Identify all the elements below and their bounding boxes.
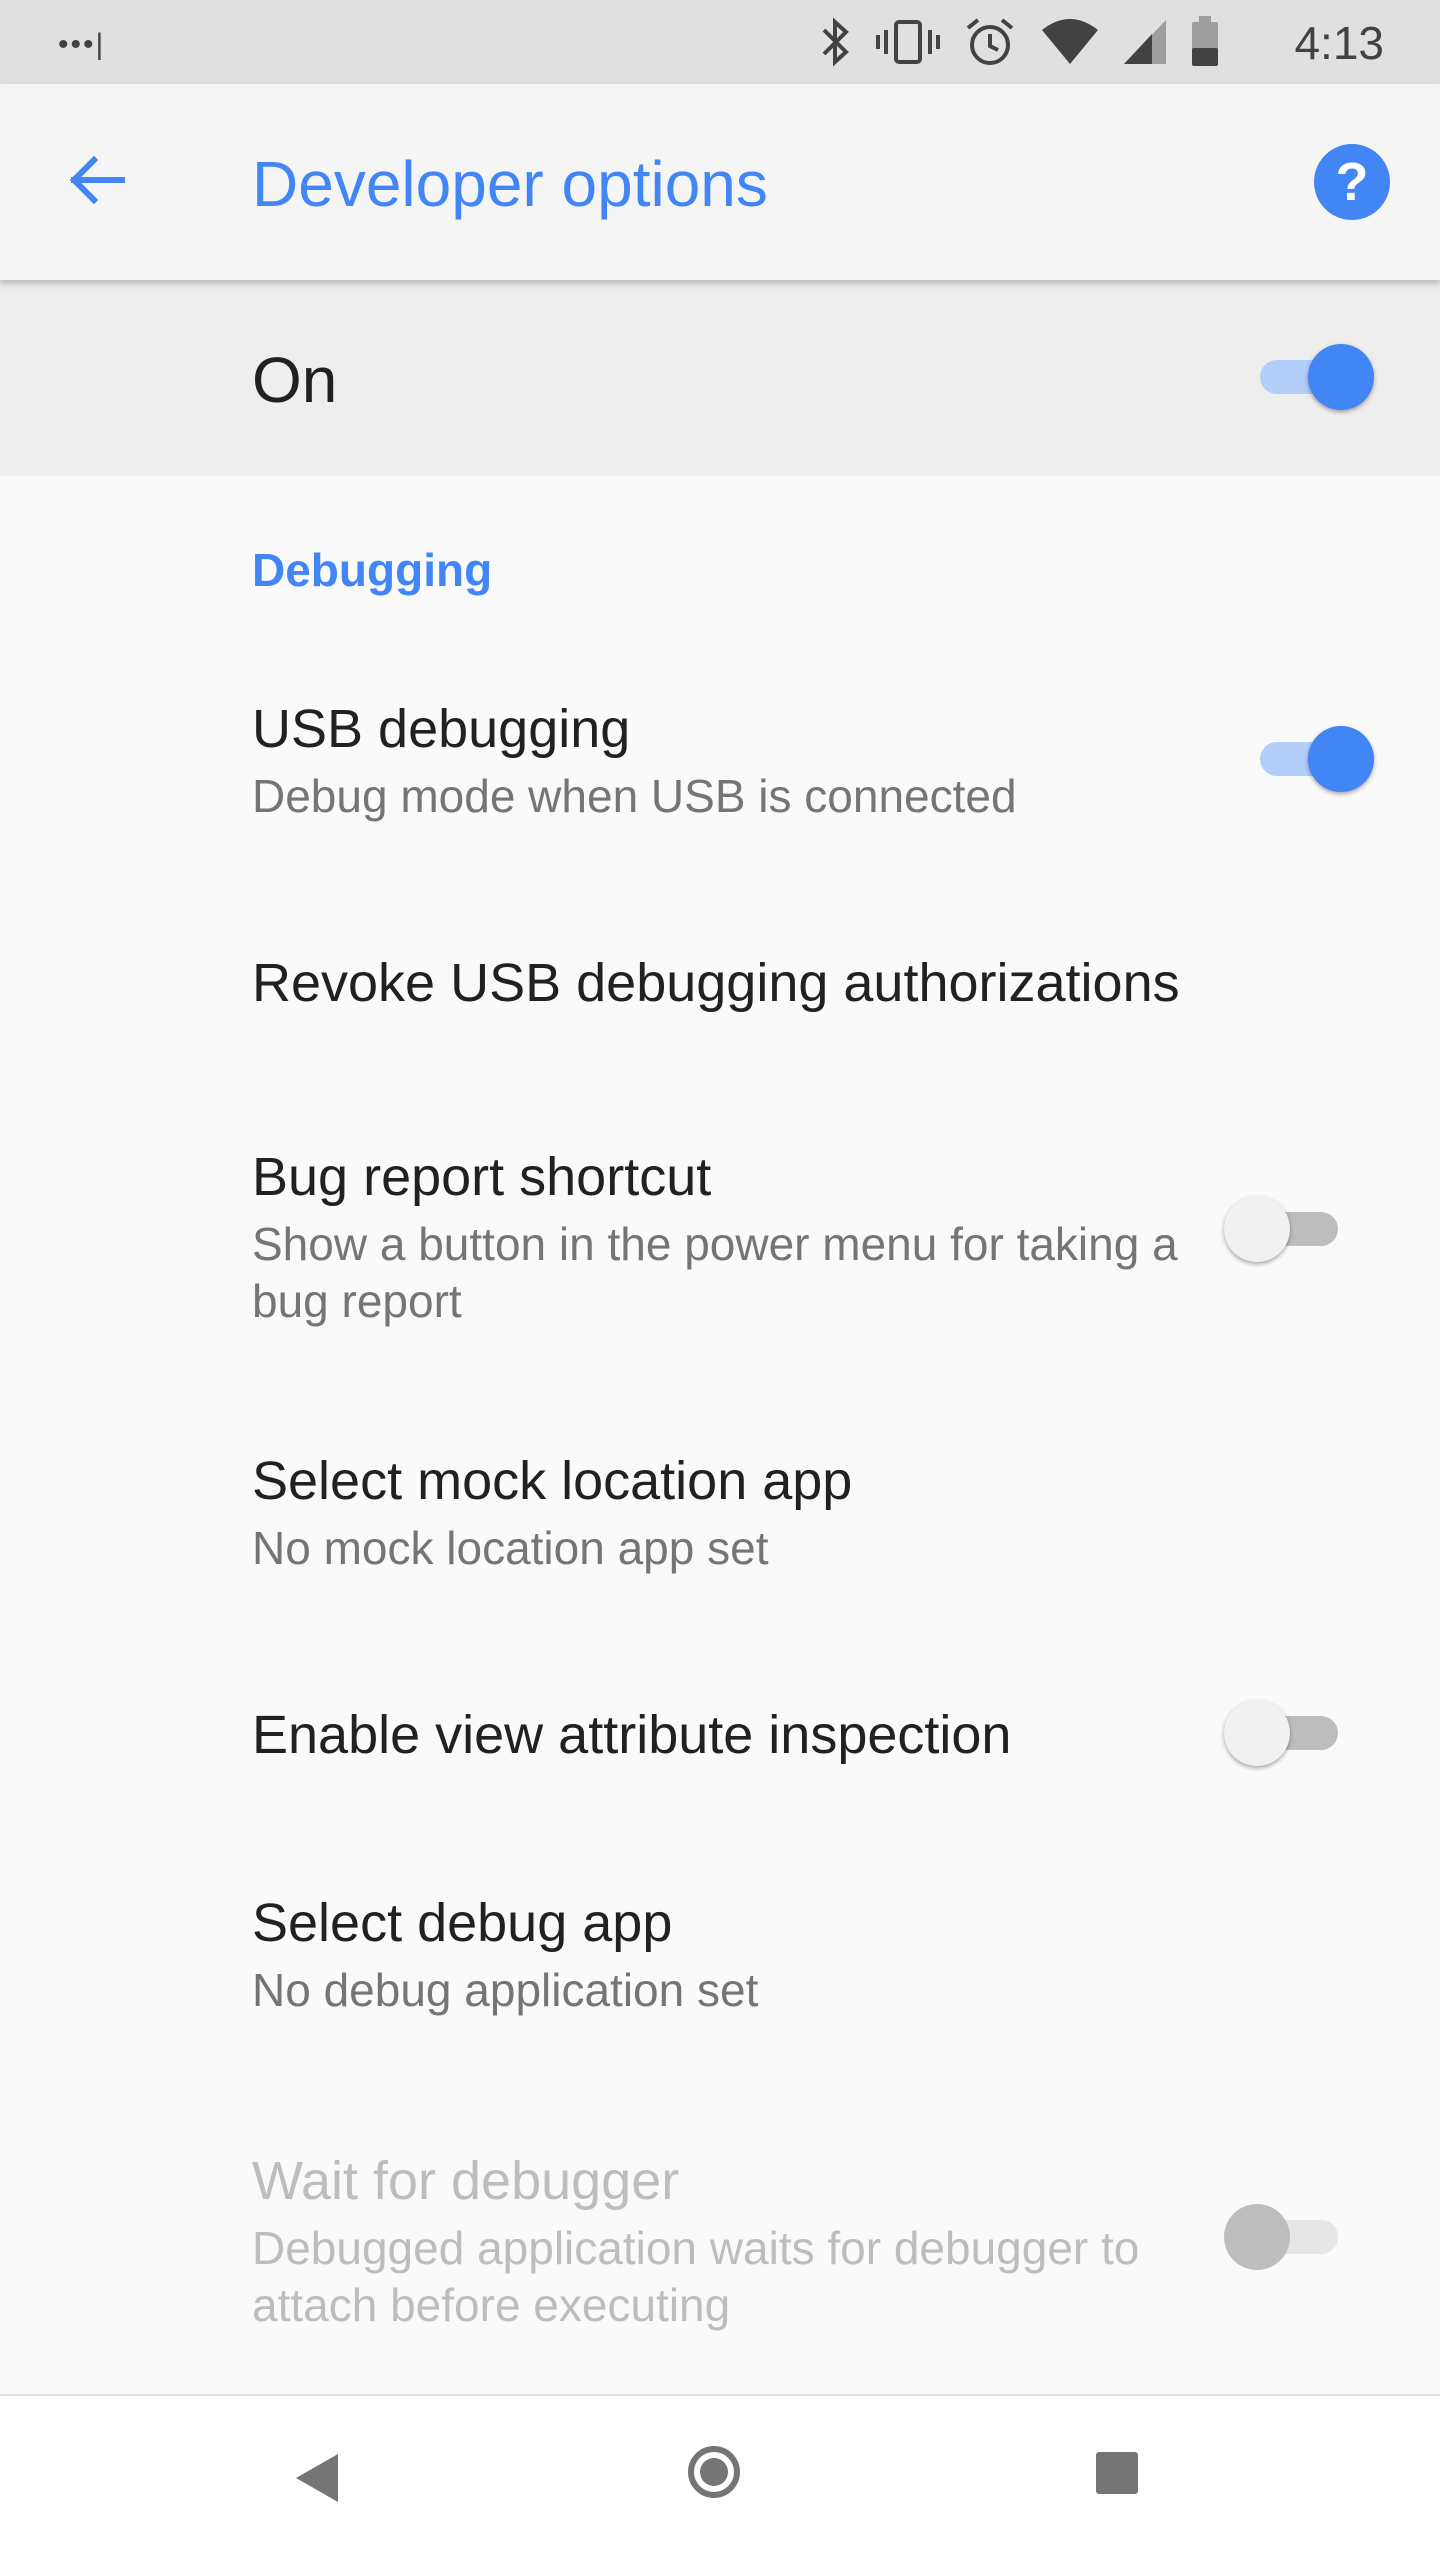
master-switch-label: On xyxy=(252,344,338,416)
nav-recents-icon[interactable] xyxy=(1096,2452,1138,2494)
bluetooth-icon xyxy=(818,14,854,75)
nav-back-icon[interactable] xyxy=(296,2454,338,2502)
section-header-debugging: Debugging xyxy=(252,544,493,596)
pref-revoke-usb-authorizations[interactable]: Revoke USB debugging authorizations xyxy=(0,900,1440,1060)
switch-thumb xyxy=(1308,726,1374,792)
master-switch-toggle[interactable] xyxy=(1250,336,1374,416)
pref-title: Wait for debugger xyxy=(252,2151,680,2211)
switch-thumb xyxy=(1224,1700,1290,1766)
pref-wait-for-debugger: Wait for debugger Debugged application w… xyxy=(0,2120,1440,2380)
master-switch-row[interactable]: On xyxy=(0,280,1440,476)
vibrate-icon xyxy=(876,14,940,75)
help-button[interactable]: ? xyxy=(1314,144,1390,220)
wifi-icon xyxy=(1040,14,1100,75)
pref-select-mock-location-app[interactable]: Select mock location app No mock locatio… xyxy=(0,1420,1440,1640)
usb-debugging-switch[interactable] xyxy=(1250,718,1374,798)
switch-thumb xyxy=(1224,2204,1290,2270)
pref-summary: No debug application set xyxy=(252,1964,759,2016)
pref-enable-view-attribute-inspection[interactable]: Enable view attribute inspection xyxy=(0,1680,1440,1840)
pref-title: Revoke USB debugging authorizations xyxy=(252,953,1180,1013)
status-bar: •••| 4:13 xyxy=(0,0,1440,84)
bug-report-shortcut-switch[interactable] xyxy=(1224,1188,1348,1268)
status-time: 4:13 xyxy=(1294,17,1384,69)
pref-summary: Debugged application waits for debugger … xyxy=(252,2222,1140,2331)
alarm-icon xyxy=(962,14,1018,75)
signal-dots: •••| xyxy=(58,28,106,61)
pref-bug-report-shortcut[interactable]: Bug report shortcut Show a button in the… xyxy=(0,1100,1440,1360)
cell-signal-icon xyxy=(1122,14,1168,75)
pref-title: Select mock location app xyxy=(252,1451,853,1511)
app-bar: Developer options ? xyxy=(0,84,1440,280)
wait-for-debugger-switch xyxy=(1224,2196,1348,2276)
pref-summary: Debug mode when USB is connected xyxy=(252,770,1017,822)
pref-summary: Show a button in the power menu for taki… xyxy=(252,1218,1178,1327)
status-icons xyxy=(818,14,1220,75)
pref-usb-debugging[interactable]: USB debugging Debug mode when USB is con… xyxy=(0,640,1440,860)
arrow-back-icon xyxy=(64,148,128,217)
switch-thumb xyxy=(1308,344,1374,410)
pref-title: Bug report shortcut xyxy=(252,1147,712,1207)
pref-select-debug-app[interactable]: Select debug app No debug application se… xyxy=(0,1870,1440,2070)
nav-home-icon[interactable] xyxy=(688,2446,740,2498)
pref-title: Enable view attribute inspection xyxy=(252,1705,1012,1765)
switch-thumb xyxy=(1224,1196,1290,1262)
page-title: Developer options xyxy=(252,148,768,220)
pref-summary: No mock location app set xyxy=(252,1522,769,1574)
pref-title: USB debugging xyxy=(252,699,631,759)
battery-icon xyxy=(1190,14,1220,75)
view-attribute-inspection-switch[interactable] xyxy=(1224,1692,1348,1772)
back-button[interactable] xyxy=(56,142,136,222)
system-navigation-bar xyxy=(0,2394,1440,2562)
pref-title: Select debug app xyxy=(252,1893,673,1953)
help-icon: ? xyxy=(1335,152,1369,212)
